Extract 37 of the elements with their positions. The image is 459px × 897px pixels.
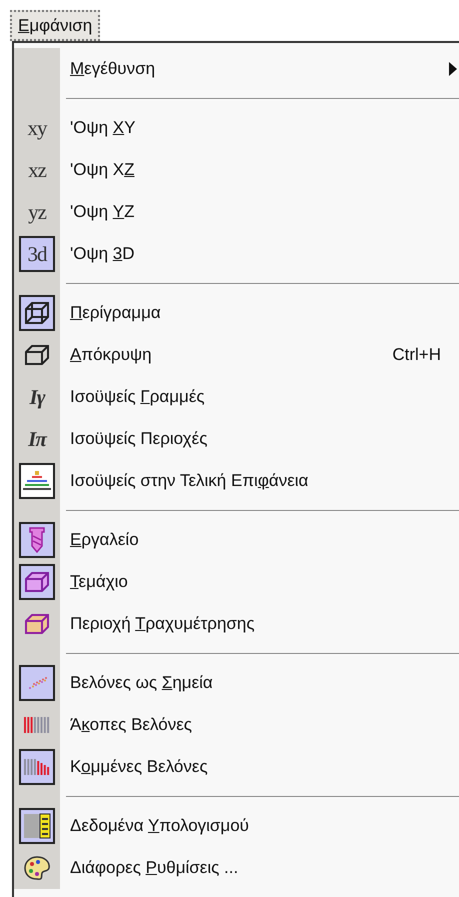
menu-item-label: Εργαλείο: [70, 530, 140, 550]
menu-item-label: Διάφορες Ρυθμίσεις ...: [70, 858, 240, 878]
submenu-arrow-icon: [449, 62, 457, 76]
glyph-icon: Iπ: [28, 428, 46, 450]
bars-icon: [23, 757, 51, 777]
menu-item-label: Τεμάχιο: [70, 572, 129, 592]
glyph-icon: xz: [28, 160, 46, 180]
menu-item-label: Βελόνες ως Σημεία: [70, 673, 214, 693]
glyph-icon: Iγ: [30, 386, 44, 408]
menu-item-label: Περίγραμμα: [70, 303, 162, 323]
block-icon: [23, 570, 51, 594]
menu-item-label: Κομμένες Βελόνες: [70, 757, 209, 777]
menu-item-label: Ισοϋψείς Γραμμές: [70, 387, 206, 407]
menu-item-label: 'Οψη XZ: [70, 160, 136, 180]
wireframe-cube-icon: [23, 300, 51, 326]
drill-bit-icon: [27, 526, 47, 554]
menu-item-label: Δεδομένα Υπολογισμού: [70, 816, 250, 836]
glyph-icon: 3d: [28, 244, 46, 264]
menu-item-label: Απόκρυψη: [70, 345, 153, 365]
glyph-icon: yz: [28, 202, 46, 222]
menu-item[interactable]: Μεγέθυνση: [14, 48, 459, 90]
bars-icon: [23, 715, 51, 735]
menu-item-label: Μεγέθυνση: [70, 59, 156, 79]
palette-icon: [23, 855, 51, 881]
menu-title[interactable]: Εμφάνιση: [10, 10, 100, 41]
menu-item-label: Ισοϋψείς στην Τελική Επιφάνεια: [70, 471, 310, 491]
menu-item-label: Περιοχή Τραχυμέτρησης: [70, 614, 256, 634]
menu-item-label: Ισοϋψείς Περιοχές: [70, 429, 208, 449]
data-panel-icon: [23, 813, 51, 839]
glyph-icon: xy: [28, 118, 46, 138]
menu-item-label: 'Οψη YZ: [70, 202, 136, 222]
shortcut-text: Ctrl+H: [392, 345, 441, 365]
menu-item-label: 'Οψη 3D: [70, 244, 136, 264]
block-icon: [23, 613, 51, 635]
menu-item-label: 'Οψη XY: [70, 118, 136, 138]
cube-icon: [23, 343, 51, 367]
menu-item-label: Άκοπες Βελόνες: [70, 715, 193, 735]
